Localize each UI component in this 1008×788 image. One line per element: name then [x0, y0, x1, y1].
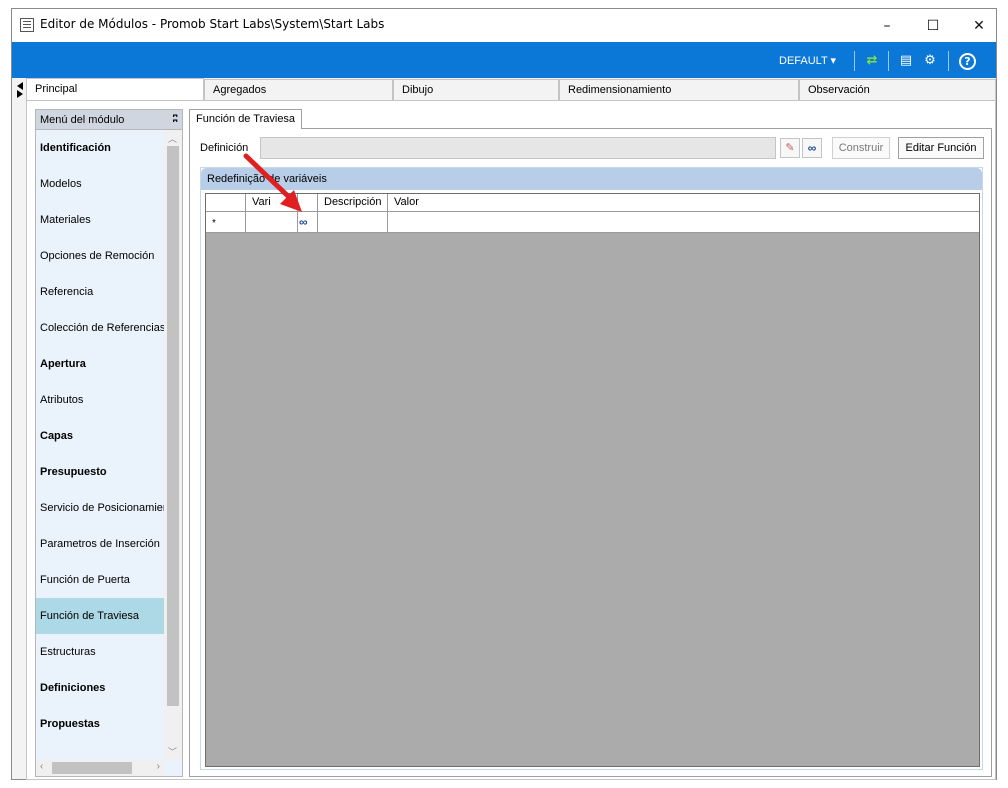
module-menu-title: Menú del módulo — [40, 114, 125, 126]
app-icon — [20, 18, 34, 32]
menu-item-presupuesto[interactable]: Presupuesto — [36, 454, 164, 490]
tab-principal[interactable]: Principal — [26, 78, 204, 100]
new-row-marker: * — [206, 212, 246, 232]
column-header-search[interactable] — [298, 194, 318, 211]
menu-item-propuestas[interactable]: Propuestas — [36, 706, 164, 742]
menu-item-funcion-traviesa[interactable]: Función de Traviesa — [36, 598, 164, 634]
menu-item-opciones-remocion[interactable]: Opciones de Remoción — [36, 238, 164, 274]
scroll-down-icon[interactable]: ﹀ — [168, 745, 177, 758]
binoculars-icon[interactable]: ∞ — [298, 212, 318, 232]
menu-vertical-scrollbar[interactable]: ︿ ﹀ — [164, 130, 182, 760]
binoculars-icon[interactable]: ∞ — [802, 138, 822, 158]
menu-item-materiales[interactable]: Materiales — [36, 202, 164, 238]
column-header-valor[interactable]: Valor — [388, 194, 979, 211]
menu-item-definiciones[interactable]: Definiciones — [36, 670, 164, 706]
main-tabs: Principal Agregados Dibujo Redimensionam… — [12, 78, 996, 100]
maximize-button[interactable]: ☐ — [910, 9, 956, 42]
editar-funcion-button[interactable]: Editar Función — [898, 137, 984, 159]
refresh-icon[interactable]: ⇄ — [864, 53, 880, 69]
variables-group: Redefinição de variáveis Vari Descripció… — [200, 167, 983, 770]
pin-icon[interactable]: ʭ — [172, 114, 178, 125]
scroll-thumb[interactable] — [52, 762, 132, 774]
construir-button[interactable]: Construir — [832, 137, 890, 159]
ribbon-separator — [948, 51, 949, 71]
funcion-traviesa-panel: Definición ✎ ∞ Construir Editar Función … — [189, 128, 992, 777]
cell-variable[interactable] — [246, 212, 298, 232]
profile-dropdown[interactable]: DEFAULT ▾ — [779, 54, 836, 67]
table-row[interactable]: * ∞ — [206, 212, 979, 233]
column-header-descripcion[interactable]: Descripción — [318, 194, 388, 211]
scroll-right-icon[interactable]: › — [157, 761, 160, 772]
menu-item-referencia[interactable]: Referencia — [36, 274, 164, 310]
column-header-variable[interactable]: Vari — [246, 194, 298, 211]
ribbon-separator — [888, 51, 889, 71]
grid-header-row: Vari Descripción Valor — [206, 194, 979, 212]
menu-item-estructuras[interactable]: Estructuras — [36, 634, 164, 670]
scroll-up-icon[interactable]: ︿ — [168, 132, 177, 145]
menu-item-coleccion-referencias[interactable]: Colección de Referencias — [36, 310, 164, 346]
ribbon-bar: DEFAULT ▾ ⇄ ▤ ⚙ ? — [12, 42, 996, 78]
ribbon-separator — [854, 51, 855, 71]
menu-item-modelos[interactable]: Modelos — [36, 166, 164, 202]
tab-observacion[interactable]: Observación — [799, 79, 996, 100]
title-bar: Editor de Módulos - Promob Start Labs\Sy… — [12, 9, 996, 42]
cell-valor[interactable] — [388, 212, 979, 232]
row-header-cell — [206, 194, 246, 211]
eraser-icon[interactable]: ✎ — [780, 138, 800, 158]
menu-item-servicio-posicionamiento[interactable]: Servicio de Posicionamiento — [36, 490, 164, 526]
menu-item-capas[interactable]: Capas — [36, 418, 164, 454]
module-menu-header: Menú del módulo ʭ — [36, 110, 182, 130]
scroll-thumb[interactable] — [167, 146, 179, 706]
tab-funcion-traviesa[interactable]: Función de Traviesa — [189, 109, 303, 129]
variables-grid[interactable]: Vari Descripción Valor * ∞ — [205, 193, 980, 767]
close-button[interactable]: ✕ — [956, 9, 1002, 42]
definition-field[interactable] — [260, 137, 776, 159]
cell-descripcion[interactable] — [318, 212, 388, 232]
minimize-button[interactable]: – — [864, 9, 910, 42]
menu-item-atributos[interactable]: Atributos — [36, 382, 164, 418]
tab-dibujo[interactable]: Dibujo — [393, 79, 559, 100]
panel-toggle-icon[interactable] — [17, 82, 25, 98]
gears-icon[interactable]: ⚙ — [922, 53, 938, 69]
window-title: Editor de Módulos - Promob Start Labs\Sy… — [40, 17, 385, 31]
tab-redimensionamiento[interactable]: Redimensionamiento — [559, 79, 799, 100]
variables-group-title: Redefinição de variáveis — [201, 168, 982, 190]
module-menu-list: Identificación Modelos Materiales Opcion… — [36, 130, 164, 760]
module-menu: Menú del módulo ʭ Identificación Modelos… — [35, 109, 183, 777]
menu-item-funcion-puerta[interactable]: Función de Puerta — [36, 562, 164, 598]
menu-horizontal-scrollbar[interactable]: ‹ › — [36, 760, 164, 776]
menu-item-apertura[interactable]: Apertura — [36, 346, 164, 382]
menu-item-parametros-insercion[interactable]: Parametros de Inserción — [36, 526, 164, 562]
scroll-left-icon[interactable]: ‹ — [40, 761, 43, 772]
principal-content: Menú del módulo ʭ Identificación Modelos… — [26, 100, 996, 780]
menu-item-identificacion[interactable]: Identificación — [36, 130, 164, 166]
tab-agregados[interactable]: Agregados — [204, 79, 393, 100]
help-icon[interactable]: ? — [959, 53, 976, 70]
list-icon[interactable]: ▤ — [898, 53, 914, 69]
definition-label: Definición — [200, 142, 249, 154]
editor-window: Editor de Módulos - Promob Start Labs\Sy… — [11, 8, 997, 780]
